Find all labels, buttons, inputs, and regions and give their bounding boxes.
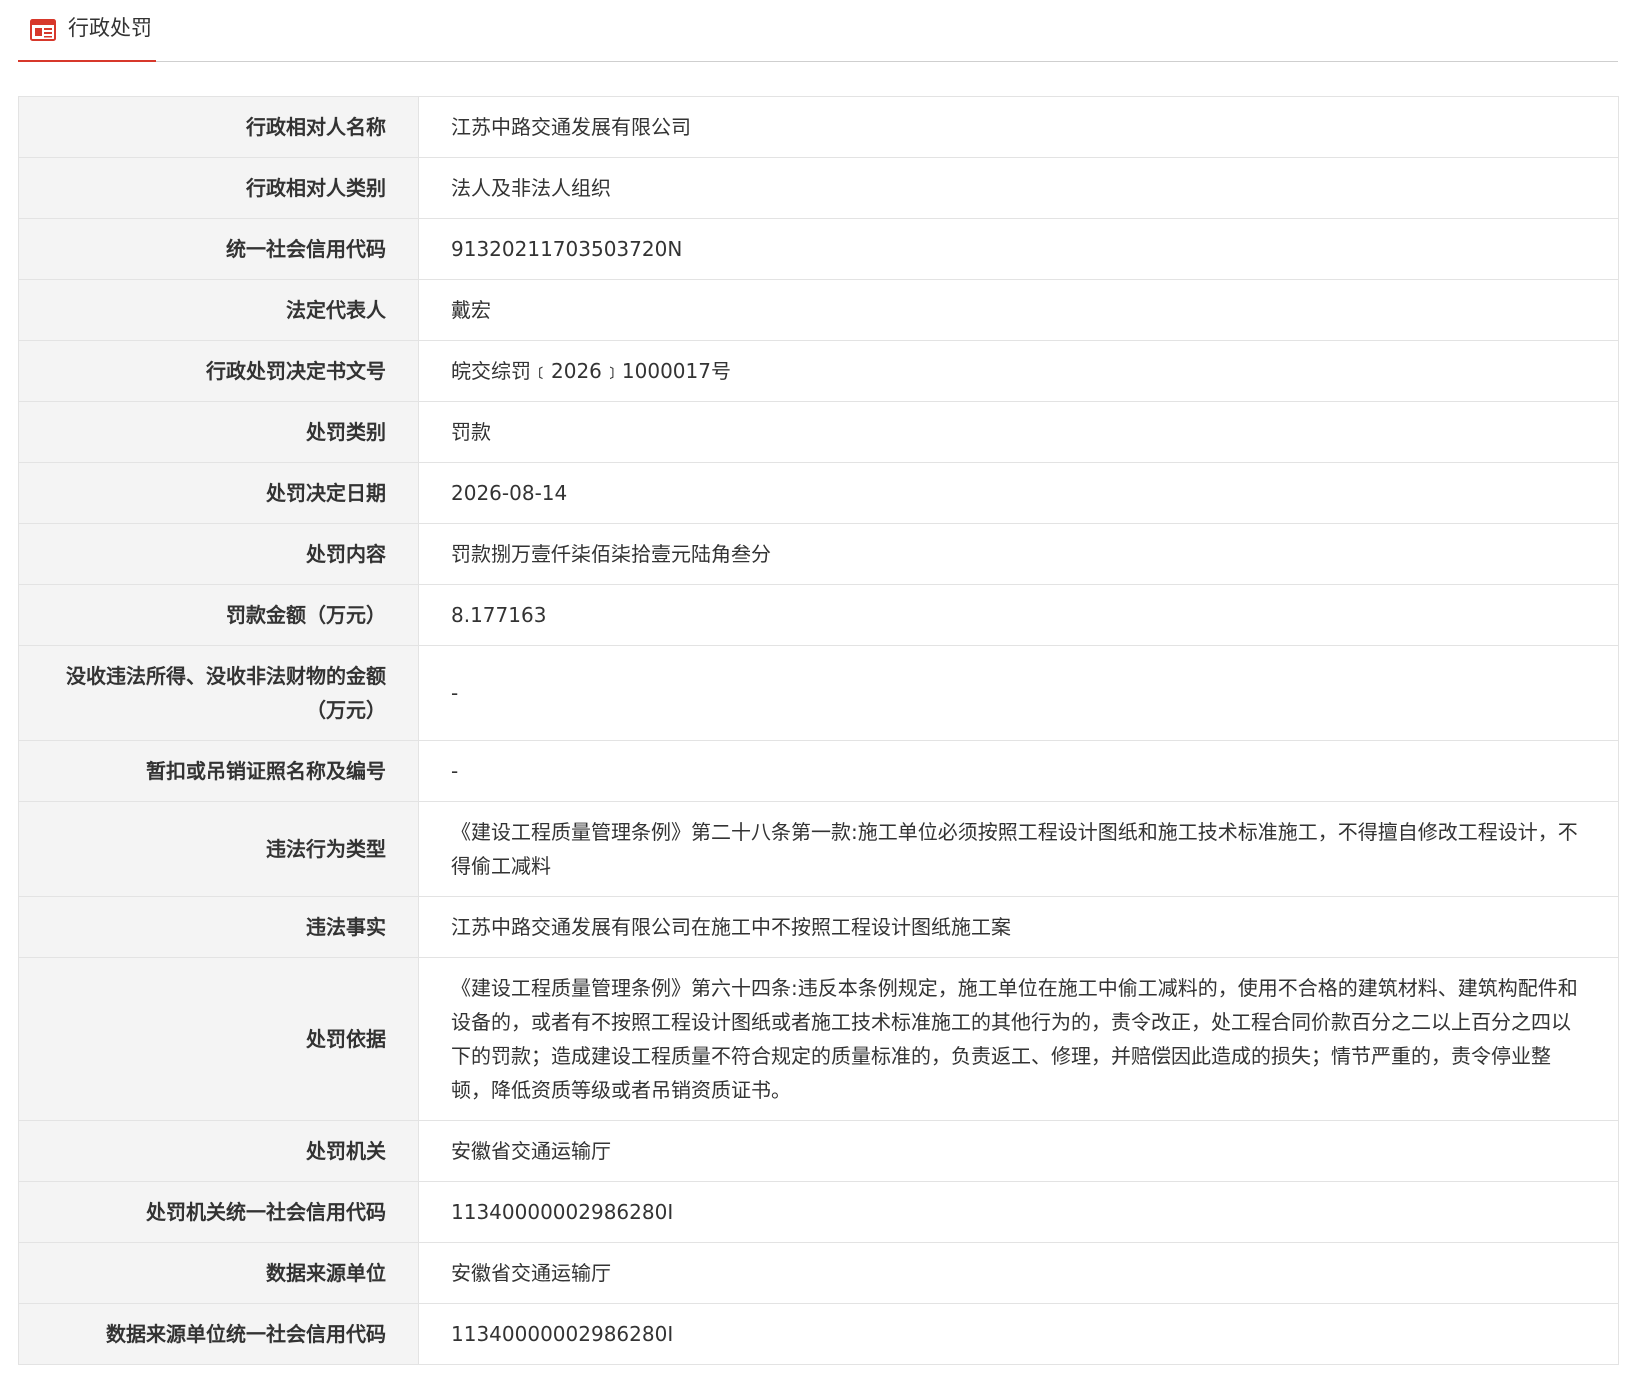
row-value: -: [418, 645, 1619, 741]
row-label: 行政相对人名称: [18, 96, 419, 158]
row-value: 戴宏: [418, 279, 1619, 341]
row-value: 皖交综罚﹝2026﹞1000017号: [418, 340, 1619, 402]
table-row: 行政处罚决定书文号 皖交综罚﹝2026﹞1000017号: [18, 340, 1619, 402]
row-label: 数据来源单位: [18, 1242, 419, 1304]
row-label: 处罚机关: [18, 1120, 419, 1182]
row-value: -: [418, 740, 1619, 802]
table-row: 违法行为类型 《建设工程质量管理条例》第二十八条第一款:施工单位必须按照工程设计…: [18, 801, 1619, 897]
table-row: 暂扣或吊销证照名称及编号 -: [18, 740, 1619, 802]
document-list-icon: [30, 19, 56, 41]
table-row: 处罚依据 《建设工程质量管理条例》第六十四条:违反本条例规定，施工单位在施工中偷…: [18, 957, 1619, 1121]
row-label: 暂扣或吊销证照名称及编号: [18, 740, 419, 802]
table-row: 数据来源单位 安徽省交通运输厅: [18, 1242, 1619, 1304]
table-row: 罚款金额（万元） 8.177163: [18, 584, 1619, 646]
table-row: 行政相对人名称 江苏中路交通发展有限公司: [18, 96, 1619, 158]
row-value: 11340000002986280I: [418, 1303, 1619, 1365]
row-value: 江苏中路交通发展有限公司在施工中不按照工程设计图纸施工案: [418, 896, 1619, 958]
row-label: 法定代表人: [18, 279, 419, 341]
row-value: 《建设工程质量管理条例》第六十四条:违反本条例规定，施工单位在施工中偷工减料的，…: [418, 957, 1619, 1121]
row-value: 《建设工程质量管理条例》第二十八条第一款:施工单位必须按照工程设计图纸和施工技术…: [418, 801, 1619, 897]
penalty-info-table: 行政相对人名称 江苏中路交通发展有限公司 行政相对人类别 法人及非法人组织 统一…: [18, 96, 1619, 1365]
row-label: 处罚依据: [18, 957, 419, 1121]
row-value: 11340000002986280I: [418, 1181, 1619, 1243]
table-row: 数据来源单位统一社会信用代码 11340000002986280I: [18, 1303, 1619, 1365]
row-label: 处罚决定日期: [18, 462, 419, 524]
table-row: 法定代表人 戴宏: [18, 279, 1619, 341]
row-label: 行政处罚决定书文号: [18, 340, 419, 402]
row-label: 行政相对人类别: [18, 157, 419, 219]
row-value: 安徽省交通运输厅: [418, 1242, 1619, 1304]
row-value: 8.177163: [418, 584, 1619, 646]
row-value: 罚款捌万壹仟柒佰柒拾壹元陆角叁分: [418, 523, 1619, 585]
row-label: 违法事实: [18, 896, 419, 958]
row-label: 没收违法所得、没收非法财物的金额（万元）: [18, 645, 419, 741]
row-label: 处罚类别: [18, 401, 419, 463]
row-value: 罚款: [418, 401, 1619, 463]
section-title: 行政处罚: [68, 16, 152, 40]
table-row: 处罚机关统一社会信用代码 11340000002986280I: [18, 1181, 1619, 1243]
row-label: 罚款金额（万元）: [18, 584, 419, 646]
row-label: 统一社会信用代码: [18, 218, 419, 280]
row-value: 2026-08-14: [418, 462, 1619, 524]
section-header: 行政处罚: [18, 0, 1618, 62]
row-label: 违法行为类型: [18, 801, 419, 897]
row-label: 处罚内容: [18, 523, 419, 585]
row-label: 处罚机关统一社会信用代码: [18, 1181, 419, 1243]
table-row: 统一社会信用代码 91320211703503720N: [18, 218, 1619, 280]
table-row: 处罚类别 罚款: [18, 401, 1619, 463]
row-value: 安徽省交通运输厅: [418, 1120, 1619, 1182]
row-value: 江苏中路交通发展有限公司: [418, 96, 1619, 158]
row-value: 91320211703503720N: [418, 218, 1619, 280]
table-row: 处罚机关 安徽省交通运输厅: [18, 1120, 1619, 1182]
table-row: 没收违法所得、没收非法财物的金额（万元） -: [18, 645, 1619, 741]
table-row: 违法事实 江苏中路交通发展有限公司在施工中不按照工程设计图纸施工案: [18, 896, 1619, 958]
table-row: 处罚内容 罚款捌万壹仟柒佰柒拾壹元陆角叁分: [18, 523, 1619, 585]
table-row: 处罚决定日期 2026-08-14: [18, 462, 1619, 524]
row-label: 数据来源单位统一社会信用代码: [18, 1303, 419, 1365]
row-value: 法人及非法人组织: [418, 157, 1619, 219]
table-row: 行政相对人类别 法人及非法人组织: [18, 157, 1619, 219]
tab-administrative-penalty[interactable]: 行政处罚: [18, 0, 156, 62]
